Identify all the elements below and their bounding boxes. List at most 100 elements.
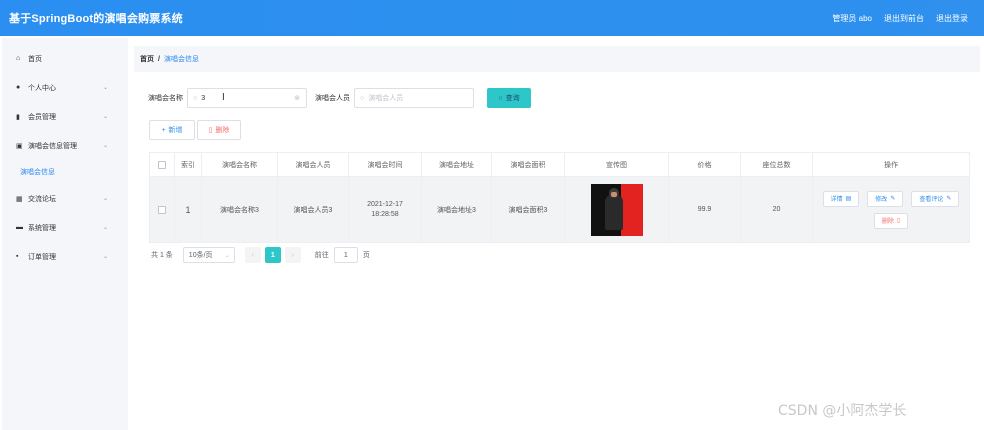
chart-icon: ▮ [16, 113, 20, 121]
page-number-current[interactable]: 1 [264, 247, 281, 263]
topbar-links: 管理员 abo 退出到前台 退出登录 [832, 13, 968, 24]
sidebar-item-home[interactable]: ⌂ 首页 [2, 44, 128, 73]
trash-icon: ▯ [896, 218, 901, 224]
plus-icon: + [161, 126, 166, 134]
grid-icon: ▦ [16, 195, 23, 203]
sidebar-item-label: 订单管理 [28, 253, 56, 261]
document-icon: ▤ [845, 196, 852, 202]
row-poster-cell [565, 177, 669, 242]
chevron-down-icon: ⌄ [103, 114, 109, 120]
table-row: 1 演唱会名称3 演唱会人员3 2021-12-17 18:28:58 演唱会地… [150, 177, 969, 242]
name-search-label: 演唱会名称 [148, 95, 183, 102]
sidebar-item-label: 个人中心 [28, 84, 56, 92]
next-page-button[interactable]: › [284, 247, 301, 263]
row-singer: 演唱会人员3 [278, 177, 349, 242]
delete-button-label: 删除 [215, 127, 230, 134]
delete-button[interactable]: ▯ 删除 [197, 120, 241, 140]
sidebar-item-orders[interactable]: ▪ 订单管理 ⌄ [2, 242, 128, 271]
clear-icon[interactable]: ⊗ [294, 94, 300, 102]
column-header: 演唱会地址 [422, 153, 492, 176]
app-title: 基于SpringBoot的演唱会购票系统 [9, 13, 183, 25]
total-count: 共 1 条 [151, 252, 173, 259]
search-icon: ○ [498, 94, 503, 102]
page-unit-label: 页 [362, 252, 370, 259]
select-all-checkbox[interactable] [158, 160, 166, 169]
sidebar-item-system[interactable]: ▬ 系统管理 ⌄ [2, 213, 128, 242]
chevron-right-icon: › [291, 251, 294, 259]
select-all-cell [150, 153, 175, 176]
row-delete-button-label: 删除 [881, 219, 894, 225]
query-button[interactable]: ○ 查询 [487, 88, 531, 108]
poster-red-panel [620, 183, 643, 236]
user-label: 管理员 abo [832, 13, 872, 23]
breadcrumb-home[interactable]: 首页 [140, 54, 154, 64]
add-button[interactable]: + 新增 [149, 120, 195, 140]
column-header: 演唱会面积 [492, 153, 565, 176]
back-to-front-link[interactable]: 退出到前台 [884, 13, 924, 24]
chevron-down-icon: ⌄ [224, 252, 230, 259]
poster-face [610, 191, 617, 197]
poster-figure [604, 193, 623, 230]
row-seats: 20 [741, 177, 813, 242]
row-area: 演唱会面积3 [492, 177, 565, 242]
row-name: 演唱会名称3 [202, 177, 278, 242]
row-time: 2021-12-17 18:28:58 [349, 177, 422, 242]
sidebar-item-concert-management[interactable]: ▣ 演唱会信息管理 ⌄ [2, 131, 128, 160]
chevron-left-icon: ‹ [251, 251, 254, 259]
goto-page-value: 1 [343, 251, 348, 259]
row-checkbox[interactable] [158, 205, 166, 214]
chevron-down-icon: ⌄ [103, 85, 109, 91]
home-icon: ⌂ [16, 55, 21, 62]
detail-button[interactable]: 详情 ▤ [822, 190, 860, 207]
column-header: 宣传图 [565, 153, 669, 176]
logout-link[interactable]: 退出登录 [936, 13, 968, 24]
concert-table: 索引 演唱会名称 演唱会人员 演唱会时间 演唱会地址 演唱会面积 宣传图 价格 … [149, 152, 970, 243]
singer-search-placeholder: 演唱会人员 [368, 95, 404, 102]
operation-buttons: 详情 ▤ 修改 ✎ 查看评论 ✎ 删除 ▯ [813, 190, 969, 229]
sidebar: ⌂ 首页 ● 个人中心 ⌄ ▮ 会员管理 ⌄ ▣ 演唱会信息管理 ⌄ 演唱会信息… [2, 38, 128, 430]
query-button-label: 查询 [505, 95, 520, 102]
add-button-label: 新增 [168, 127, 183, 134]
sidebar-item-forum[interactable]: ▦ 交流论坛 ⌄ [2, 184, 128, 213]
edit-button[interactable]: 修改 ✎ [867, 190, 904, 207]
edit-icon: ✎ [946, 196, 952, 202]
sidebar-item-label: 系统管理 [28, 224, 56, 232]
sidebar-item-profile[interactable]: ● 个人中心 ⌄ [2, 73, 128, 102]
breadcrumb-separator: / [158, 55, 160, 63]
edit-button-label: 修改 [875, 197, 888, 203]
singer-search-label: 演唱会人员 [315, 95, 350, 102]
order-icon: ▪ [16, 253, 19, 260]
text-cursor-icon: I [222, 92, 225, 103]
prev-page-button[interactable]: ‹ [244, 247, 261, 263]
detail-button-label: 详情 [830, 197, 843, 203]
column-header: 演唱会时间 [349, 153, 422, 176]
chevron-down-icon: ⌄ [103, 196, 109, 202]
search-icon: ○ [193, 94, 198, 102]
chevron-down-icon: ⌄ [103, 225, 109, 231]
page-size-select[interactable]: 10条/页 ⌄ [182, 247, 235, 263]
goto-page-input[interactable]: 1 [333, 247, 358, 263]
user-icon: ● [16, 84, 21, 91]
view-comments-button[interactable]: 查看评论 ✎ [911, 190, 960, 207]
singer-search-input[interactable]: ○ 演唱会人员 [354, 88, 474, 108]
view-comments-button-label: 查看评论 [919, 197, 944, 203]
table-header: 索引 演唱会名称 演唱会人员 演唱会时间 演唱会地址 演唱会面积 宣传图 价格 … [150, 153, 969, 177]
row-select-cell [150, 177, 175, 242]
page-size-value: 10条/页 [188, 252, 213, 259]
column-header: 索引 [175, 153, 202, 176]
row-address: 演唱会地址3 [422, 177, 492, 242]
poster-image[interactable] [590, 183, 643, 236]
sidebar-item-members[interactable]: ▮ 会员管理 ⌄ [2, 102, 128, 131]
watermark: CSDN @小阿杰学长 [778, 403, 907, 419]
search-icon: ○ [360, 94, 365, 102]
name-search-input[interactable]: ○ 3 I ⊗ [187, 88, 307, 108]
sidebar-item-label: 交流论坛 [28, 195, 56, 203]
column-header: 演唱会名称 [202, 153, 278, 176]
name-search-value: 3 [201, 94, 206, 102]
sidebar-subitem-concert-info[interactable]: 演唱会信息 [2, 160, 128, 184]
breadcrumb-current: 演唱会信息 [163, 56, 199, 63]
row-operations: 详情 ▤ 修改 ✎ 查看评论 ✎ 删除 ▯ [813, 177, 969, 242]
row-price: 99.9 [669, 177, 741, 242]
sidebar-item-label: 会员管理 [28, 113, 56, 121]
row-delete-button[interactable]: 删除 ▯ [873, 212, 909, 229]
